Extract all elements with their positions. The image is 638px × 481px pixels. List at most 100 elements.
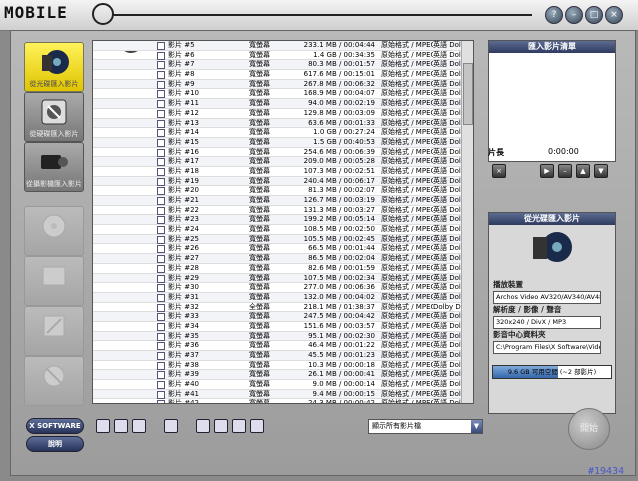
maximize-button[interactable]: □ — [585, 6, 603, 24]
scrollbar-thumb[interactable] — [463, 63, 473, 125]
row-checkbox[interactable] — [157, 138, 165, 147]
sidebar-disabled-tools[interactable] — [24, 356, 84, 406]
view-button-3[interactable] — [232, 419, 246, 433]
row-checkbox[interactable] — [157, 148, 165, 157]
table-row[interactable]: 影片 #24 寬螢幕 108.5 MB / 00:02:50 原始格式 / MPEG2… — [93, 225, 461, 235]
minimize-button[interactable]: – — [565, 6, 583, 24]
row-checkbox[interactable] — [157, 361, 165, 370]
sidebar-disabled-film[interactable] — [24, 256, 84, 306]
table-row[interactable]: 影片 #10 寬螢幕 168.9 MB / 00:04:07 原始格式 / MPEG2… — [93, 89, 461, 100]
row-checkbox[interactable] — [157, 177, 165, 186]
row-checkbox[interactable] — [157, 245, 165, 254]
row-checkbox[interactable] — [157, 381, 165, 390]
row-checkbox[interactable] — [157, 187, 165, 196]
table-row[interactable]: 影片 #40 寬螢幕 9.0 MB / 00:00:14 原始格式 / MPEG2 /… — [93, 380, 461, 390]
pause-button[interactable] — [132, 419, 146, 433]
playlist-up-button[interactable]: ▲ — [576, 164, 590, 178]
table-row[interactable]: 影片 #22 寬螢幕 131.3 MB / 00:03:27 原始格式 / MPEG2… — [93, 206, 461, 216]
row-checkbox[interactable] — [157, 274, 165, 283]
table-row[interactable]: 影片 #19 寬螢幕 240.4 MB / 00:06:17 原始格式 / MPEG2… — [93, 176, 461, 187]
table-row[interactable]: 影片 #13 寬螢幕 63.6 MB / 00:01:33 原始格式 / MPEG2 … — [93, 118, 461, 129]
x-software-button[interactable]: X SOFTWARE — [26, 418, 84, 434]
row-checkbox[interactable] — [157, 284, 165, 293]
table-row[interactable]: 影片 #21 寬螢幕 126.7 MB / 00:03:19 原始格式 / MPEG2… — [93, 196, 461, 206]
row-checkbox[interactable] — [157, 352, 165, 360]
row-checkbox[interactable] — [157, 235, 165, 244]
list-scrollbar[interactable] — [461, 41, 473, 403]
playlist-remove-button[interactable]: × — [492, 164, 506, 178]
row-checkbox[interactable] — [157, 255, 165, 264]
table-row[interactable]: 影片 #9 寬螢幕 267.8 MB / 00:06:32 原始格式 / MPEG2 … — [93, 79, 461, 90]
row-checkbox[interactable] — [157, 322, 165, 331]
row-checkbox[interactable] — [157, 90, 165, 99]
device-select[interactable]: Archos Video AV320/AV340/AV480 ▼ — [493, 291, 601, 304]
table-row[interactable]: 影片 #34 寬螢幕 151.6 MB / 00:03:57 原始格式 / MPEG2… — [93, 322, 461, 332]
row-checkbox[interactable] — [157, 197, 165, 205]
import-from-camcorder-button[interactable]: 從攝影機匯入影片 — [24, 142, 84, 192]
table-row[interactable]: 影片 #14 寬螢幕 1.0 GB / 00:27:24 原始格式 / MPEG2 /… — [93, 128, 461, 138]
folder-select[interactable]: C:\Program Files\X Software\Video ▼ — [493, 341, 601, 354]
sidebar-disabled-edit[interactable] — [24, 306, 84, 356]
table-row[interactable]: 影片 #42 寬螢幕 24.3 MB / 00:00:42 原始格式 / MPEG2 … — [93, 399, 461, 403]
table-row[interactable]: 影片 #41 寬螢幕 9.4 MB / 00:00:15 原始格式 / MPEG2 /… — [93, 389, 461, 400]
row-checkbox[interactable] — [157, 129, 165, 138]
row-checkbox[interactable] — [157, 400, 165, 403]
table-row[interactable]: 影片 #33 寬螢幕 247.5 MB / 00:04:42 原始格式 / MPEG2… — [93, 312, 461, 322]
table-row[interactable]: 影片 #30 寬螢幕 277.0 MB / 00:06:36 原始格式 / MPEG2… — [93, 283, 461, 293]
table-row[interactable]: 影片 #32 全螢幕 218.1 MB / 01:38:37 原始格式 / MPEG2… — [93, 303, 461, 313]
import-from-harddisk-button[interactable]: 從硬碟匯入影片 — [24, 92, 84, 142]
row-checkbox[interactable] — [157, 371, 165, 380]
row-checkbox[interactable] — [157, 342, 165, 351]
view-button-2[interactable] — [214, 419, 228, 433]
table-row[interactable]: 影片 #6 寬螢幕 1.4 GB / 00:34:35 原始格式 / MPEG2 /.… — [93, 51, 461, 61]
sidebar-disabled-disc[interactable] — [24, 206, 84, 256]
table-row[interactable]: 影片 #18 寬螢幕 107.3 MB / 00:02:51 原始格式 / MPEG2… — [93, 167, 461, 177]
table-row[interactable]: 影片 #39 寬螢幕 26.1 MB / 00:00:41 原始格式 / MPEG2 … — [93, 370, 461, 381]
remove-button[interactable] — [164, 419, 178, 433]
table-row[interactable]: 影片 #27 寬螢幕 86.5 MB / 00:02:04 原始格式 / MPEG2 … — [93, 254, 461, 264]
help-button[interactable]: ? — [545, 6, 563, 24]
row-checkbox[interactable] — [157, 264, 165, 273]
table-row[interactable]: 影片 #5 寬螢幕 233.1 MB / 00:04:44 原始格式 / MPEG2 … — [93, 41, 461, 51]
row-checkbox[interactable] — [157, 390, 165, 399]
row-checkbox[interactable] — [157, 206, 165, 215]
playlist-down-button[interactable]: ▼ — [594, 164, 608, 178]
row-checkbox[interactable] — [157, 71, 165, 80]
playlist-minus-button[interactable]: – — [558, 164, 572, 178]
row-checkbox[interactable] — [157, 216, 165, 225]
play-button[interactable] — [96, 419, 110, 433]
help-pill-button[interactable]: 說明 — [26, 436, 84, 452]
table-row[interactable]: 影片 #12 寬螢幕 129.8 MB / 00:03:09 原始格式 / MPEG2… — [93, 109, 461, 119]
row-checkbox[interactable] — [157, 61, 165, 70]
playlist-play-button[interactable]: ▶ — [540, 164, 554, 178]
table-row[interactable]: 影片 #11 寬螢幕 94.0 MB / 00:02:19 原始格式 / MPEG2 … — [93, 99, 461, 109]
row-checkbox[interactable] — [157, 332, 165, 341]
file-filter-select[interactable]: 顯示所有影片檔 ▼ — [368, 419, 483, 434]
view-button-4[interactable] — [250, 419, 264, 433]
table-row[interactable]: 影片 #26 寬螢幕 66.5 MB / 00:01:44 原始格式 / MPEG2 … — [93, 244, 461, 255]
select-button[interactable] — [114, 419, 128, 433]
row-checkbox[interactable] — [157, 293, 165, 302]
import-from-disc-button[interactable]: 從光碟匯入影片 — [24, 42, 84, 92]
table-row[interactable]: 影片 #25 寬螢幕 105.5 MB / 00:02:45 原始格式 / MPEG2… — [93, 234, 461, 245]
table-row[interactable]: 影片 #35 寬螢幕 95.1 MB / 00:02:30 原始格式 / MPEG2 … — [93, 331, 461, 342]
row-checkbox[interactable] — [157, 303, 165, 312]
title-bar[interactable]: MOBILE ? – □ × — [0, 0, 638, 31]
table-row[interactable]: 影片 #38 寬螢幕 10.3 MB / 00:00:18 原始格式 / MPEG2 … — [93, 361, 461, 371]
row-checkbox[interactable] — [157, 80, 165, 89]
table-row[interactable]: 影片 #23 寬螢幕 199.2 MB / 00:05:14 原始格式 / MPEG2… — [93, 215, 461, 226]
table-row[interactable]: 影片 #29 寬螢幕 107.5 MB / 00:02:34 原始格式 / MPEG2… — [93, 273, 461, 284]
row-checkbox[interactable] — [157, 226, 165, 235]
row-checkbox[interactable] — [157, 100, 165, 109]
video-list[interactable]: 影片 #5 寬螢幕 233.1 MB / 00:04:44 原始格式 / MPEG2 … — [92, 40, 474, 404]
row-checkbox[interactable] — [157, 109, 165, 118]
table-row[interactable]: 影片 #37 寬螢幕 45.5 MB / 00:01:23 原始格式 / MPEG2 … — [93, 351, 461, 361]
row-checkbox[interactable] — [157, 167, 165, 176]
table-row[interactable]: 影片 #28 寬螢幕 82.6 MB / 00:01:59 原始格式 / MPEG2 … — [93, 264, 461, 274]
table-row[interactable]: 影片 #7 寬螢幕 80.3 MB / 00:01:57 原始格式 / MPEG2 /… — [93, 60, 461, 71]
start-button[interactable]: 開始 — [568, 408, 610, 450]
row-checkbox[interactable] — [157, 42, 165, 50]
table-row[interactable]: 影片 #17 寬螢幕 209.0 MB / 00:05:28 原始格式 / MPEG2… — [93, 157, 461, 167]
close-button[interactable]: × — [605, 6, 623, 24]
table-row[interactable]: 影片 #8 寬螢幕 617.6 MB / 00:15:01 原始格式 / MPEG2 … — [93, 70, 461, 80]
